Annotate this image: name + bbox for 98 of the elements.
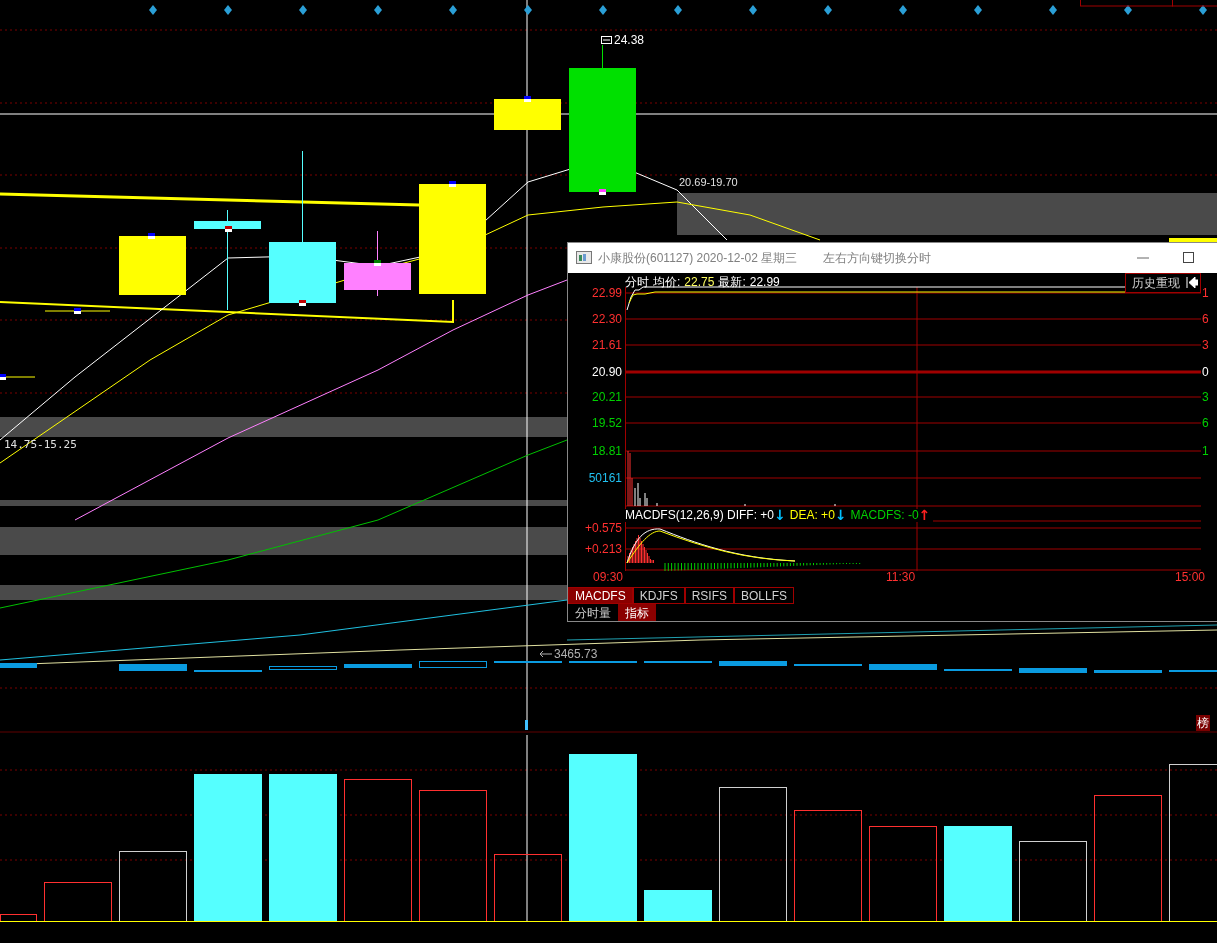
diamond-marker bbox=[449, 5, 457, 15]
diamond-marker bbox=[749, 5, 757, 15]
macd-legend-text: DEA: +0 bbox=[789, 508, 835, 522]
candlestick bbox=[344, 230, 411, 297]
indicator-tab[interactable]: BOLLFS bbox=[734, 587, 795, 604]
price-axis-label: 20.21 bbox=[591, 390, 622, 403]
candlestick bbox=[119, 235, 186, 296]
average-price-value: 22.75 bbox=[684, 275, 715, 288]
index-candlestick bbox=[869, 664, 937, 670]
index-candlestick bbox=[194, 670, 262, 672]
diamond-marker bbox=[224, 5, 232, 15]
price-axis-label: 22.30 bbox=[591, 312, 622, 325]
right-axis-label: 6 bbox=[1202, 416, 1209, 429]
index-candlestick bbox=[1019, 668, 1087, 673]
diamond-marker bbox=[149, 5, 157, 15]
price-label: 24.38 bbox=[614, 34, 645, 46]
signal-marker bbox=[374, 260, 381, 266]
bottom-tab[interactable]: 指标 bbox=[618, 604, 656, 621]
macd-legend-text: MACDFS(12,26,9) DIFF: +0 bbox=[625, 508, 775, 522]
signal-marker bbox=[299, 300, 306, 306]
latest-price-label: 最新: bbox=[718, 275, 746, 288]
indicator-tab[interactable]: KDJFS bbox=[632, 587, 685, 604]
index-candlestick bbox=[719, 661, 787, 666]
window-title: 小康股份(601127) 2020-12-02 星期三 bbox=[598, 249, 798, 267]
index-candlestick bbox=[119, 664, 187, 671]
price-axis-label: 18.81 bbox=[591, 444, 622, 457]
signal-marker bbox=[449, 181, 456, 187]
history-replay-button[interactable]: 历史重现 bbox=[1125, 272, 1201, 293]
flag-icon bbox=[601, 36, 612, 44]
right-axis-label: 3 bbox=[1202, 390, 1209, 403]
index-candlestick bbox=[419, 661, 487, 668]
diamond-marker bbox=[1199, 5, 1207, 15]
volume-bar bbox=[494, 854, 562, 922]
maximize-icon[interactable] bbox=[1183, 252, 1194, 264]
price-label: 3465.73 bbox=[554, 648, 598, 660]
back-arrow-icon bbox=[1186, 277, 1198, 289]
volume-bar bbox=[644, 890, 712, 922]
diamond-marker bbox=[1049, 5, 1057, 15]
volume-bar bbox=[0, 914, 37, 922]
index-candlestick bbox=[269, 666, 337, 670]
diamond-marker bbox=[524, 5, 532, 15]
index-candlestick bbox=[0, 663, 37, 668]
index-candlestick bbox=[1169, 670, 1217, 672]
right-axis-label: 0 bbox=[1202, 365, 1209, 378]
index-candlestick bbox=[569, 661, 637, 663]
time-axis-label: 09:30 bbox=[593, 571, 624, 584]
diamond-marker bbox=[974, 5, 982, 15]
volume-bar bbox=[119, 851, 187, 922]
index-candlestick bbox=[794, 664, 862, 666]
volume-axis-label: 50161 bbox=[588, 471, 622, 484]
average-price-label: 均价: bbox=[653, 275, 681, 288]
right-axis-label: 1 bbox=[1202, 286, 1209, 299]
chart-window-icon bbox=[576, 251, 592, 265]
diamond-marker bbox=[299, 5, 307, 15]
signal-marker bbox=[148, 233, 155, 239]
indicator-tab[interactable]: MACDFS bbox=[568, 587, 633, 604]
price-axis-label: 20.90 bbox=[591, 365, 622, 378]
index-candlestick bbox=[494, 661, 562, 663]
index-candlestick bbox=[1094, 670, 1162, 673]
signal-marker bbox=[225, 226, 232, 232]
trend-arrow: ↓ bbox=[774, 507, 786, 522]
right-axis-label: 1 bbox=[1202, 444, 1209, 457]
latest-price-value: 22.99 bbox=[749, 275, 780, 288]
macd-axis-label: +0.213 bbox=[584, 542, 622, 555]
trend-arrow: ↑ bbox=[918, 507, 931, 522]
macd-legend-text: MACDFS: -0 bbox=[850, 508, 919, 522]
indicator-tab[interactable]: RSIFS bbox=[684, 587, 735, 604]
macd-axis-label: +0.575 bbox=[584, 521, 622, 534]
index-candlestick bbox=[944, 669, 1012, 671]
signal-marker bbox=[74, 308, 81, 314]
signal-marker bbox=[524, 96, 531, 102]
cursor-marker bbox=[525, 720, 528, 730]
price-axis-label: 21.61 bbox=[591, 338, 622, 351]
diamond-marker bbox=[1124, 5, 1132, 15]
signal-marker bbox=[0, 374, 6, 380]
candlestick bbox=[44, 310, 111, 312]
diamond-marker bbox=[599, 5, 607, 15]
window-hint: 左右方向键切换分时 bbox=[823, 249, 932, 267]
candlestick bbox=[494, 98, 561, 131]
diamond-marker bbox=[674, 5, 682, 15]
index-candlestick bbox=[644, 661, 712, 663]
time-axis-label: 15:00 bbox=[1175, 571, 1206, 584]
price-label: 20.69-19.70 bbox=[679, 177, 738, 188]
time-axis-label: 11:30 bbox=[886, 571, 916, 584]
right-axis-label: 3 bbox=[1202, 338, 1209, 351]
index-candlestick bbox=[344, 664, 412, 668]
price-axis-label: 19.52 bbox=[591, 416, 622, 429]
diamond-marker bbox=[899, 5, 907, 15]
signal-marker bbox=[599, 189, 606, 195]
diamond-marker bbox=[824, 5, 832, 15]
trend-arrow: ↓ bbox=[834, 507, 847, 522]
chart-mode-label: 分时 bbox=[625, 275, 649, 288]
right-axis-label: 6 bbox=[1202, 312, 1209, 325]
arrow-icon bbox=[540, 651, 552, 657]
ranking-badge[interactable]: 榜 bbox=[1196, 715, 1210, 731]
price-axis-label: 22.99 bbox=[591, 286, 622, 299]
diamond-marker bbox=[374, 5, 382, 15]
volume-bar bbox=[44, 882, 112, 922]
